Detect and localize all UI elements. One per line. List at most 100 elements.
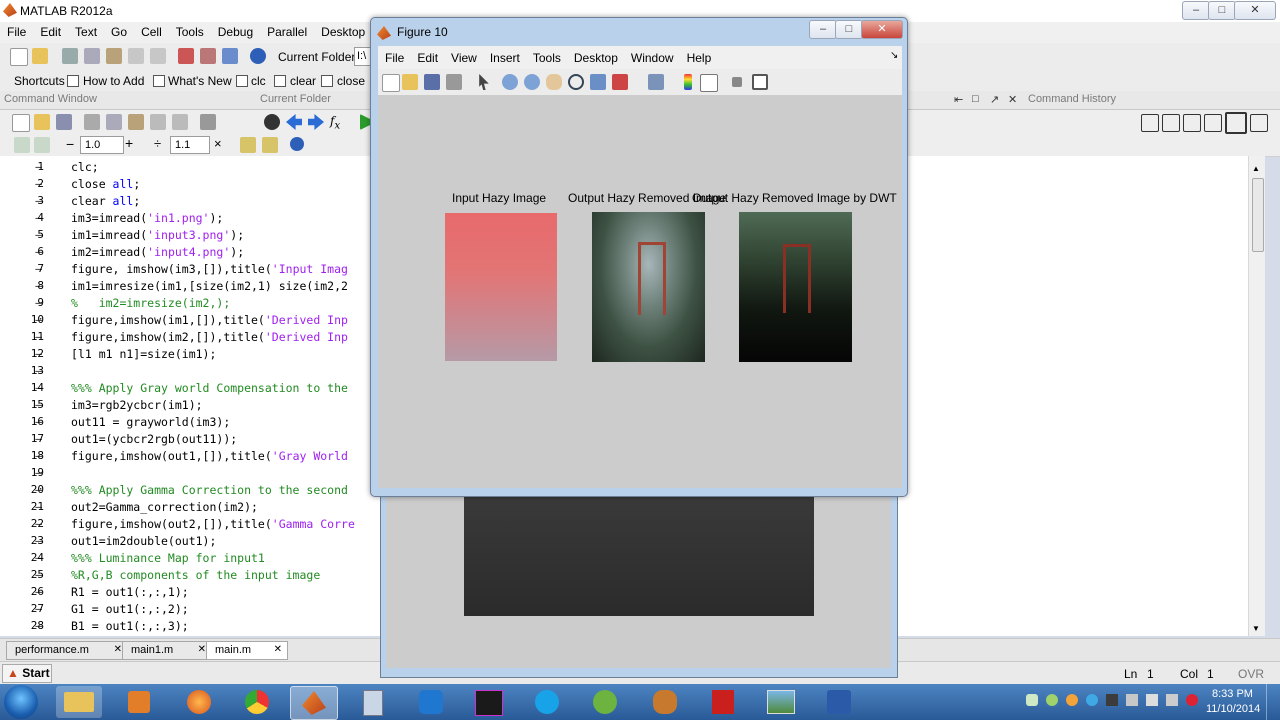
layout-close-icon[interactable] [1250, 114, 1268, 132]
layout-float-icon[interactable] [1204, 114, 1222, 132]
new-figure-icon[interactable] [382, 74, 400, 92]
shortcut-whats-new[interactable]: What's New [168, 74, 232, 88]
back-arrow-icon[interactable] [286, 114, 302, 130]
undo-icon[interactable] [150, 114, 166, 130]
tab-main[interactable]: main.m ✕ [206, 641, 288, 660]
layout-tile-icon[interactable] [1141, 114, 1159, 132]
menu-file[interactable]: File [0, 22, 33, 39]
layout-maximize-icon[interactable] [1225, 112, 1247, 134]
function-icon[interactable]: fx [330, 114, 340, 131]
code-line[interactable]: im3=imread('in1.png'); [71, 211, 223, 225]
menu-parallel[interactable]: Parallel [260, 22, 314, 39]
cell-eval-icon[interactable] [240, 137, 256, 153]
dock-arrow-icon[interactable]: ↘ [890, 50, 898, 61]
clock-date[interactable]: 11/10/2014 [1206, 703, 1260, 715]
command-history-tab[interactable]: Command History [1028, 93, 1116, 105]
code-line[interactable]: [l1 m1 n1]=size(im1); [71, 347, 216, 361]
breakpoint-marker[interactable]: – [34, 398, 42, 411]
breakpoint-marker[interactable]: – [34, 313, 42, 326]
breakpoint-marker[interactable]: – [34, 330, 42, 343]
firefox-taskbar-icon[interactable] [176, 686, 222, 718]
media-player-taskbar-icon[interactable] [116, 686, 162, 718]
panel-restore-icon[interactable]: ↗ [990, 93, 999, 106]
paste-icon[interactable] [128, 114, 144, 130]
figure-menu-edit[interactable]: Edit [410, 46, 444, 65]
breakpoint-marker[interactable]: – [34, 483, 42, 496]
breakpoint-marker[interactable]: – [34, 551, 42, 564]
panel-maximize-icon[interactable]: □ [972, 93, 979, 105]
panel-close-icon[interactable]: ✕ [1008, 93, 1017, 106]
zoom-in-icon[interactable] [502, 74, 518, 90]
command-window-tab[interactable]: Command Window [4, 93, 97, 105]
teamviewer-taskbar-icon[interactable] [408, 686, 454, 718]
forward-arrow-icon[interactable] [308, 114, 324, 130]
code-line[interactable]: %R,G,B components of the input image [71, 568, 320, 582]
breakpoint-marker[interactable]: – [34, 245, 42, 258]
breakpoint-marker[interactable]: – [34, 534, 42, 547]
figure-menu-insert[interactable]: Insert [483, 46, 526, 65]
calculator-taskbar-icon[interactable] [350, 686, 396, 718]
menu-tools[interactable]: Tools [169, 22, 211, 39]
figure-close-button[interactable]: ✕ [861, 20, 903, 39]
code-line[interactable]: figure,imshow(out2,[]),title('Gamma Corr… [71, 517, 355, 531]
breakpoint-marker[interactable]: – [34, 296, 42, 309]
cut-icon[interactable] [62, 48, 78, 64]
breakpoint-marker[interactable]: – [34, 211, 42, 224]
zoom-out-icon[interactable] [524, 74, 540, 90]
close-button[interactable]: ✕ [1234, 1, 1276, 20]
minimize-button[interactable]: – [1182, 1, 1210, 20]
baseball-glove-taskbar-icon[interactable] [642, 686, 688, 718]
utorrent-taskbar-icon[interactable] [582, 686, 628, 718]
insert-cell-icon[interactable] [14, 137, 30, 153]
show-desktop-button[interactable] [1266, 684, 1280, 720]
save-figure-icon[interactable] [424, 74, 440, 90]
breakpoint-marker[interactable]: – [34, 194, 42, 207]
cut-icon[interactable] [84, 114, 100, 130]
code-line[interactable]: out1=(ycbcr2rgb(out11)); [71, 432, 237, 446]
new-script-icon[interactable] [12, 114, 30, 132]
breakpoint-marker[interactable]: – [34, 177, 42, 190]
breakpoint-marker[interactable]: – [34, 568, 42, 581]
acrobat-taskbar-icon[interactable] [700, 686, 746, 718]
data-cursor-icon[interactable] [590, 74, 606, 90]
menu-cell[interactable]: Cell [134, 22, 169, 39]
breakpoint-marker[interactable]: – [34, 500, 42, 513]
simulink-icon[interactable] [178, 48, 194, 64]
print-icon[interactable] [200, 114, 216, 130]
tray-icon[interactable] [1046, 694, 1058, 706]
breakpoint-marker[interactable]: – [34, 432, 42, 445]
tray-icon[interactable] [1066, 694, 1078, 706]
breakpoint-marker[interactable]: – [34, 381, 42, 394]
shortcut-clear[interactable]: clear [290, 74, 316, 88]
multiply-icon[interactable]: × [214, 136, 222, 151]
scroll-thumb[interactable] [1252, 178, 1264, 252]
menu-text[interactable]: Text [68, 22, 104, 39]
shortcut-clc[interactable]: clc [251, 74, 266, 88]
breakpoint-marker[interactable]: – [34, 279, 42, 292]
code-line[interactable]: close all; [71, 177, 140, 191]
menu-go[interactable]: Go [104, 22, 134, 39]
menu-desktop[interactable]: Desktop [314, 22, 372, 39]
code-line[interactable]: figure,imshow(out1,[]),title('Gray World [71, 449, 348, 463]
tray-icon[interactable] [1186, 694, 1198, 706]
legend-icon[interactable] [700, 74, 718, 92]
print-figure-icon[interactable] [446, 74, 462, 90]
current-folder-tab[interactable]: Current Folder [260, 93, 331, 105]
code-line[interactable]: figure,imshow(im1,[]),title('Derived Inp [71, 313, 348, 327]
breakpoint-marker[interactable]: – [34, 228, 42, 241]
save-icon[interactable] [56, 114, 72, 130]
figure-menu-tools[interactable]: Tools [526, 46, 567, 65]
maximize-button[interactable]: □ [1208, 1, 1236, 20]
rotate-3d-icon[interactable] [568, 74, 584, 90]
code-line[interactable]: out2=Gamma_correction(im2); [71, 500, 258, 514]
clock-time[interactable]: 8:33 PM [1212, 688, 1253, 700]
data-app-taskbar-icon[interactable] [466, 686, 512, 718]
code-line[interactable]: im1=imresize(im1,[size(im2,1) size(im2,2 [71, 279, 348, 293]
figure-menu-view[interactable]: View [444, 46, 483, 65]
code-line[interactable]: G1 = out1(:,:,2); [71, 602, 189, 616]
tray-icon[interactable] [1026, 694, 1038, 706]
panel-undock-icon[interactable]: ⇤ [954, 93, 963, 106]
code-line[interactable]: figure, imshow(im3,[]),title('Input Imag [71, 262, 348, 276]
new-file-icon[interactable] [10, 48, 28, 66]
cell-step-input[interactable]: 1.0 [80, 136, 124, 154]
